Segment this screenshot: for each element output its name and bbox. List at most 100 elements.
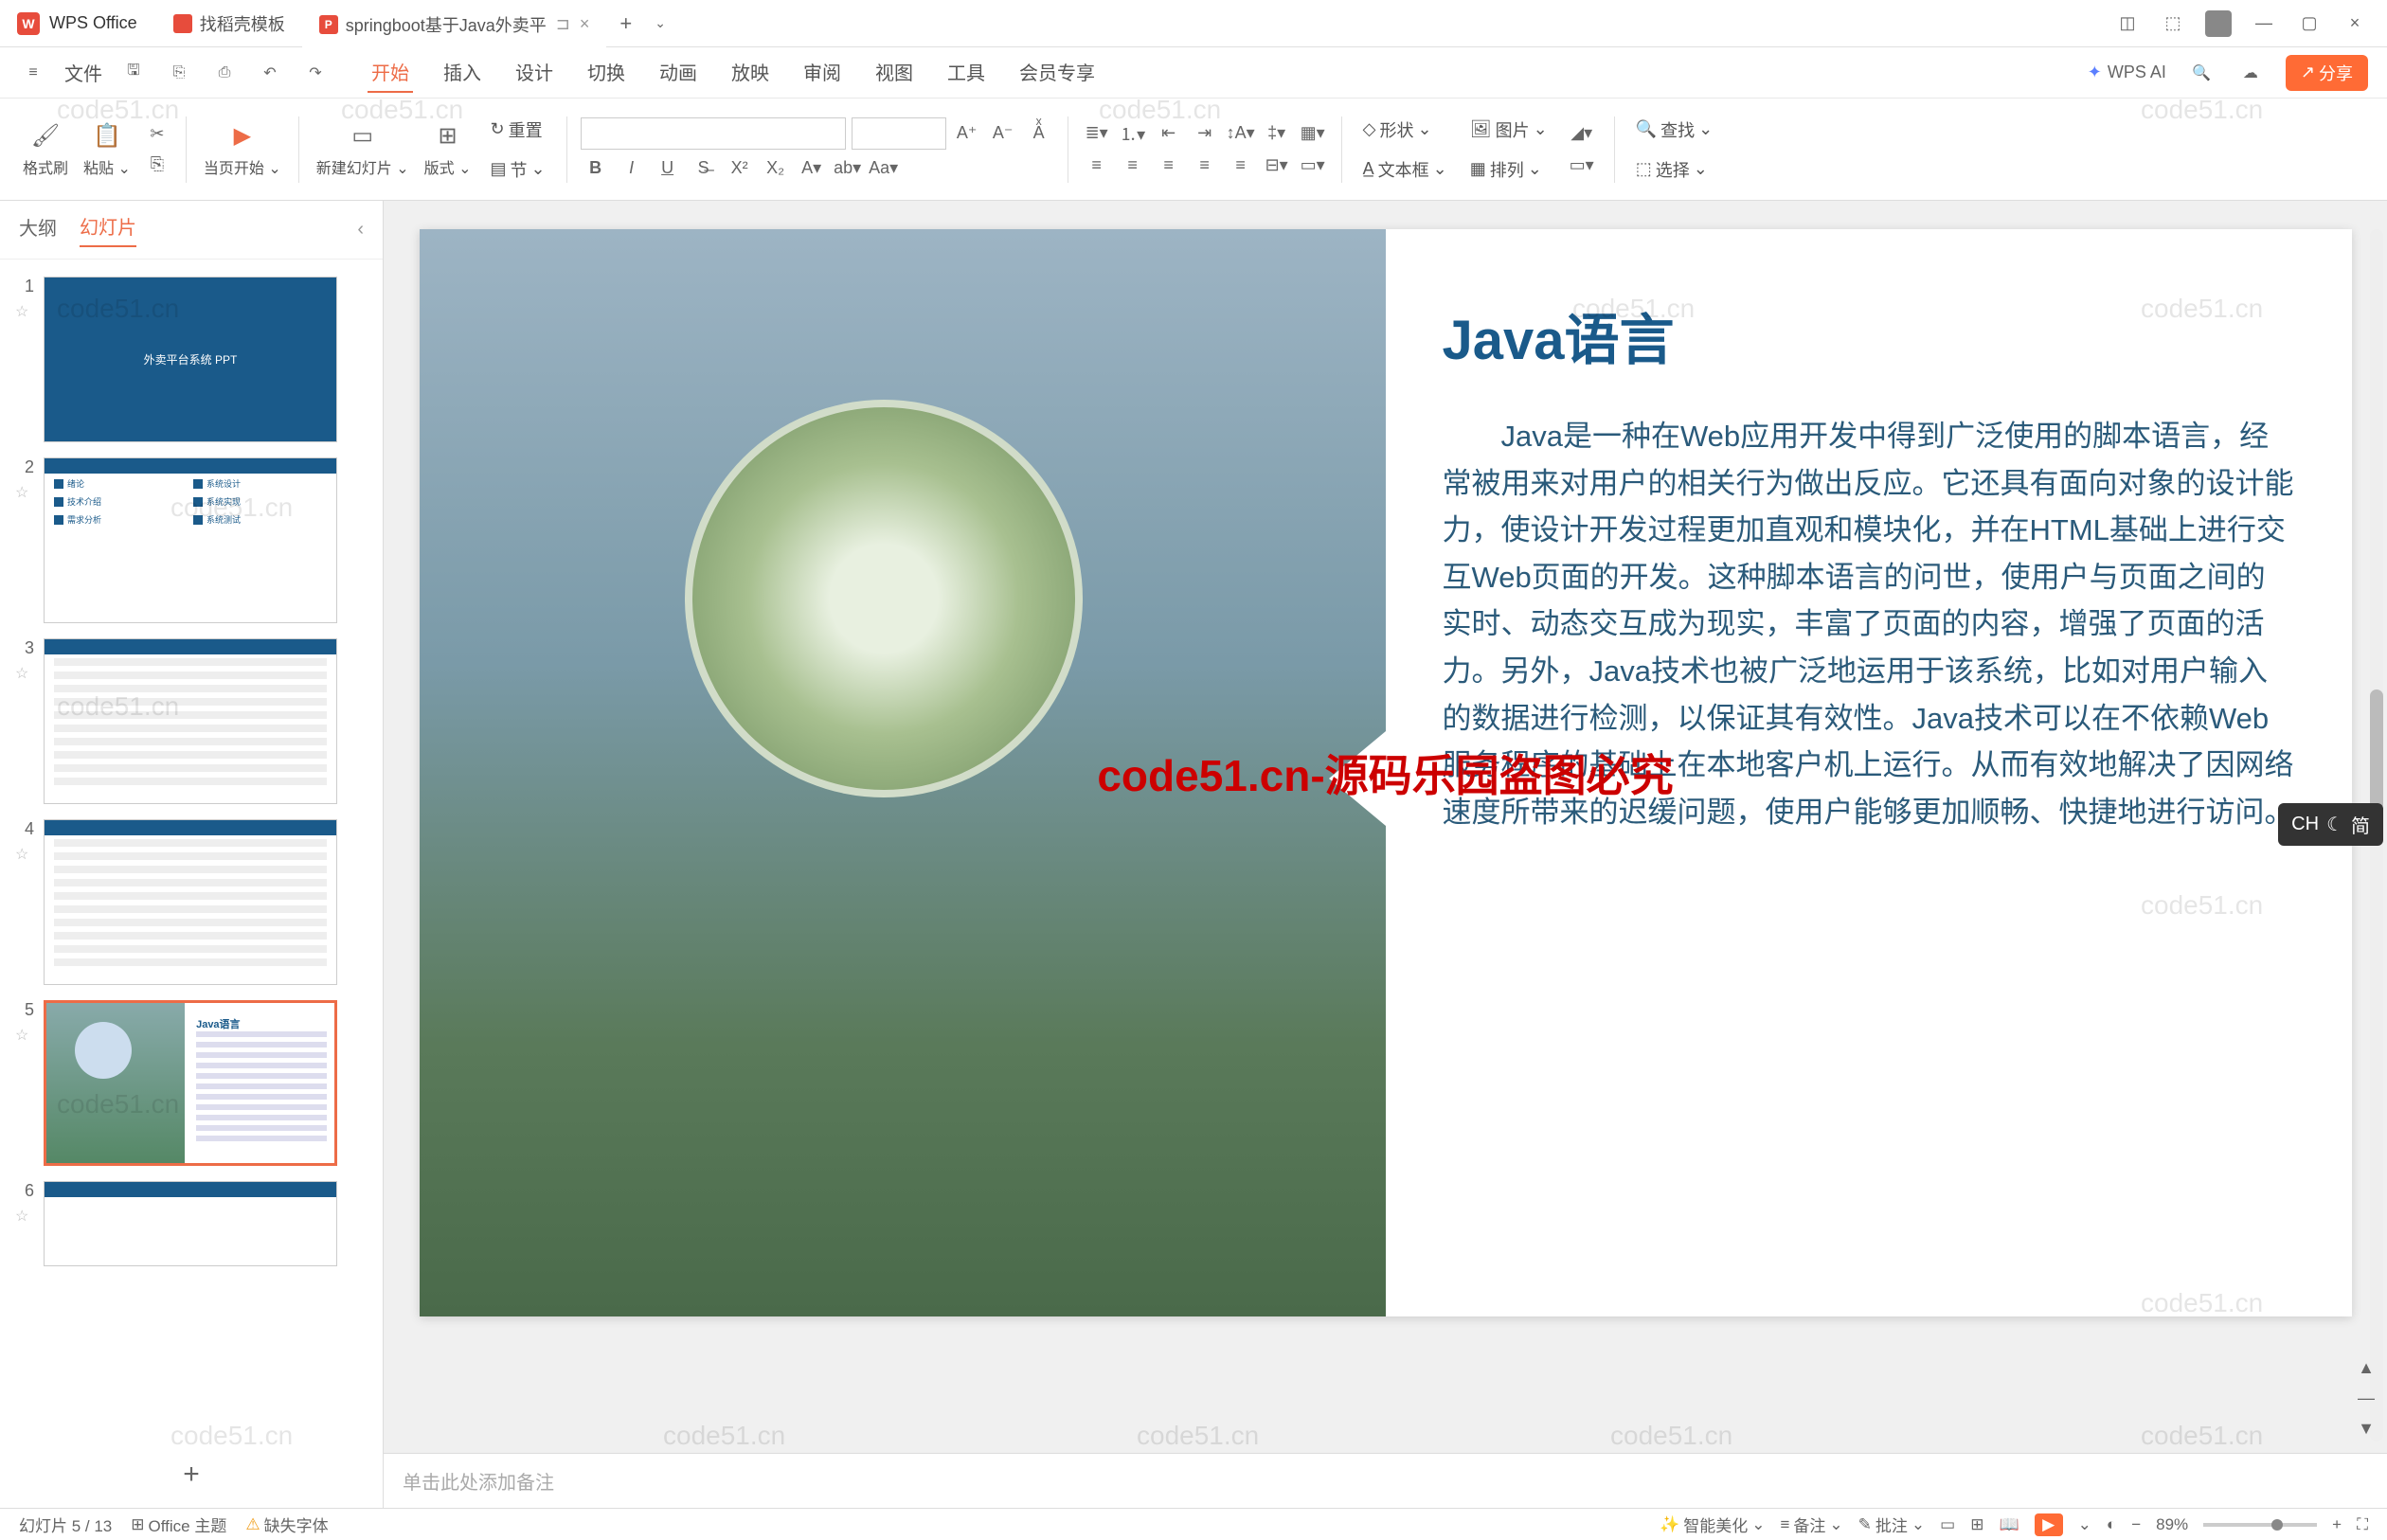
star-icon[interactable]: ☆ — [15, 664, 32, 683]
slide-title[interactable]: Java语言 — [1443, 295, 2295, 375]
underline-icon[interactable]: U — [653, 155, 683, 182]
window-pip-icon[interactable]: ◫ — [2114, 10, 2141, 37]
search-icon[interactable]: 🔍 — [2187, 59, 2216, 87]
scrollbar-thumb[interactable] — [2370, 689, 2383, 811]
section-button[interactable]: ▤节 ⌄ — [483, 153, 553, 186]
from-current-button[interactable]: ▶ 当页开始 ⌄ — [200, 117, 285, 182]
menu-tab-start[interactable]: 开始 — [368, 52, 413, 93]
menu-tab-review[interactable]: 审阅 — [799, 52, 845, 93]
text-direction-icon[interactable]: ↕A▾ — [1226, 120, 1256, 147]
view-normal-icon[interactable]: ▭ — [1940, 1515, 1955, 1534]
copy-icon[interactable]: ⎘ — [142, 152, 172, 178]
cloud-icon[interactable]: ☁ — [2236, 59, 2265, 87]
slide-counter[interactable]: 幻灯片 5 / 13 — [19, 1513, 112, 1536]
menu-tab-animation[interactable]: 动画 — [655, 52, 701, 93]
menu-tab-design[interactable]: 设计 — [512, 52, 557, 93]
fill-icon[interactable]: ◢▾ — [1563, 120, 1601, 147]
strikethrough-icon[interactable]: S̶ — [689, 155, 719, 182]
align-right-icon[interactable]: ≡ — [1154, 152, 1184, 179]
star-icon[interactable]: ☆ — [15, 845, 32, 864]
reset-button[interactable]: ↻重置 — [483, 114, 553, 146]
change-case-icon[interactable]: Aa▾ — [869, 155, 899, 182]
font-family-select[interactable] — [581, 117, 846, 150]
save-icon[interactable]: 🖫 — [119, 59, 148, 87]
indent-inc-icon[interactable]: ⇥ — [1190, 120, 1220, 147]
thumbnail-5[interactable]: Java语言 — [44, 1000, 337, 1166]
menu-tab-transition[interactable]: 切换 — [583, 52, 629, 93]
select-button[interactable]: ⬚选择 ⌄ — [1628, 153, 1721, 186]
menu-tab-tools[interactable]: 工具 — [943, 52, 989, 93]
align-left-icon[interactable]: ≡ — [1082, 152, 1112, 179]
view-reading-icon[interactable]: 📖 — [1999, 1515, 2019, 1534]
layout-button[interactable]: ⊞ 版式 ⌄ — [421, 117, 476, 182]
columns-icon[interactable]: ▦▾ — [1298, 120, 1328, 147]
close-button[interactable]: × — [2342, 10, 2368, 37]
textbox-button[interactable]: A̲文本框 ⌄ — [1355, 153, 1455, 186]
italic-icon[interactable]: I — [617, 155, 647, 182]
maximize-button[interactable]: ▢ — [2296, 10, 2323, 37]
fit-icon[interactable]: ⛶ — [2357, 1515, 2368, 1534]
paste-button[interactable]: 📋 粘贴 ⌄ — [80, 117, 135, 182]
print-icon[interactable]: ⎙ — [210, 59, 239, 87]
slide-body[interactable]: Java是一种在Web应用开发中得到广泛使用的脚本语言，经常被用来对用户的相关行… — [1443, 413, 2295, 835]
star-icon[interactable]: ☆ — [15, 1207, 32, 1226]
scroll-down-icon[interactable]: ▼ — [2351, 1415, 2381, 1442]
picture-button[interactable]: 🖼图片 ⌄ — [1463, 114, 1555, 146]
notes-button[interactable]: ≡ 备注 ⌄ — [1781, 1513, 1843, 1536]
numbering-icon[interactable]: ⒈▾ — [1118, 120, 1148, 147]
align-justify-icon[interactable]: ≡ — [1190, 152, 1220, 179]
indent-dec-icon[interactable]: ⇤ — [1154, 120, 1184, 147]
line-spacing-icon[interactable]: ‡▾ — [1262, 120, 1292, 147]
font-size-select[interactable] — [852, 117, 946, 150]
menu-hamburger-icon[interactable]: ≡ — [19, 59, 47, 87]
scroll-up-icon[interactable]: ▲ — [2351, 1354, 2381, 1381]
thumbnail-4[interactable] — [44, 819, 337, 985]
slide-canvas[interactable]: Java语言 Java是一种在Web应用开发中得到广泛使用的脚本语言，经常被用来… — [420, 229, 2352, 1316]
minimize-button[interactable]: — — [2251, 10, 2277, 37]
menu-tab-view[interactable]: 视图 — [871, 52, 917, 93]
align-center-icon[interactable]: ≡ — [1118, 152, 1148, 179]
arrange-button[interactable]: ▦排列 ⌄ — [1463, 153, 1555, 186]
thumbnail-1[interactable]: 外卖平台系统 PPT — [44, 277, 337, 442]
share-button[interactable]: ↗ 分享 — [2286, 55, 2368, 91]
shape-button[interactable]: ◇形状 ⌄ — [1355, 114, 1455, 146]
view-dark-icon[interactable]: ◐ — [2107, 1515, 2116, 1534]
tab-more-button[interactable]: ⌄ — [645, 15, 675, 31]
increase-font-icon[interactable]: A⁺ — [952, 120, 982, 147]
zoom-knob[interactable] — [2271, 1519, 2283, 1531]
thumbnail-3[interactable] — [44, 638, 337, 804]
decrease-font-icon[interactable]: A⁻ — [988, 120, 1018, 147]
format-painter-button[interactable]: 🖌 格式刷 — [19, 117, 72, 182]
slideshow-dropdown-icon[interactable]: ⌄ — [2078, 1515, 2091, 1534]
review-button[interactable]: ✎ 批注 ⌄ — [1858, 1513, 1926, 1536]
undo-icon[interactable]: ↶ — [256, 59, 284, 87]
superscript-icon[interactable]: X² — [725, 155, 755, 182]
menu-file[interactable]: 文件 — [64, 59, 102, 86]
cut-icon[interactable]: ✂ — [142, 121, 172, 148]
align-distribute-icon[interactable]: ≡ — [1226, 152, 1256, 179]
tab-close-icon[interactable]: × — [580, 14, 590, 34]
valign-icon[interactable]: ⊟▾ — [1262, 152, 1292, 179]
star-icon[interactable]: ☆ — [15, 1026, 32, 1045]
wps-ai-button[interactable]: ✦ WPS AI — [2088, 63, 2166, 82]
tab-templates[interactable]: 找稻壳模板 — [156, 0, 302, 47]
menu-tab-member[interactable]: 会员专享 — [1015, 52, 1099, 93]
tab-document[interactable]: P springboot基于Java外卖平 ⊐ × — [302, 0, 607, 47]
zoom-out-icon[interactable]: − — [2131, 1515, 2141, 1534]
menu-tab-slideshow[interactable]: 放映 — [727, 52, 773, 93]
new-slide-button[interactable]: ▭ 新建幻灯片 ⌄ — [313, 117, 413, 182]
theme-indicator[interactable]: ⊞ Office 主题 — [131, 1513, 226, 1536]
smartart-icon[interactable]: ▭▾ — [1298, 152, 1328, 179]
tab-outline[interactable]: 大纲 — [19, 213, 57, 246]
collapse-panel-icon[interactable]: ‹ — [357, 219, 364, 241]
slideshow-button[interactable]: ▶ — [2035, 1513, 2063, 1536]
canvas-scroll[interactable]: Java语言 Java是一种在Web应用开发中得到广泛使用的脚本语言，经常被用来… — [384, 201, 2387, 1453]
missing-font-indicator[interactable]: ⚠ 缺失字体 — [245, 1513, 328, 1536]
tab-pin-icon[interactable]: ⊐ — [556, 14, 570, 34]
highlight-icon[interactable]: ab▾ — [833, 155, 863, 182]
thumbnail-2[interactable]: 绪论 系统设计 技术介绍 系统实现 需求分析 系统测试 — [44, 457, 337, 623]
view-sorter-icon[interactable]: ⊞ — [1970, 1515, 1983, 1534]
add-slide-button[interactable]: + — [0, 1442, 383, 1508]
outline-icon[interactable]: ▭▾ — [1563, 152, 1601, 179]
window-cube-icon[interactable]: ⬚ — [2160, 10, 2186, 37]
